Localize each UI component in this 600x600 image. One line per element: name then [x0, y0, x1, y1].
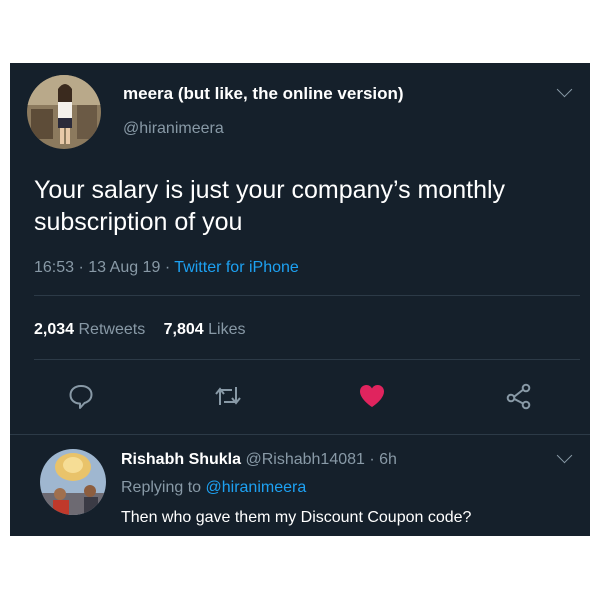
retweets-count: 2,034: [34, 321, 75, 338]
retweets-stat[interactable]: 2,034 Retweets: [34, 321, 145, 338]
share-icon: [506, 383, 531, 410]
reply-button[interactable]: [66, 381, 96, 411]
chevron-down-icon[interactable]: [556, 447, 573, 464]
like-button[interactable]: [357, 381, 387, 411]
tweet-date: 13 Aug 19: [88, 259, 161, 276]
reply-text: Then who gave them my Discount Coupon co…: [121, 509, 472, 526]
divider: [34, 295, 580, 296]
tweet-meta: 16:53 · 13 Aug 19 · Twitter for iPhone: [34, 259, 299, 277]
likes-stat[interactable]: 7,804 Likes: [164, 321, 246, 338]
like-icon: [360, 385, 384, 407]
likes-count: 7,804: [163, 321, 204, 338]
separator: ·: [369, 451, 375, 468]
like-heart-shape: [360, 385, 384, 407]
likes-label: Likes: [208, 321, 246, 338]
tweet-source-link[interactable]: Twitter for iPhone: [174, 259, 299, 276]
share-button[interactable]: [504, 381, 534, 411]
reply-age: 6h: [379, 451, 397, 468]
reply-author-handle[interactable]: @Rishabh14081: [245, 451, 364, 468]
reply-author-avatar[interactable]: [40, 449, 106, 515]
reply-header: Rishabh Shukla @Rishabh14081 · 6h: [121, 451, 397, 469]
chevron-down-icon[interactable]: [556, 81, 573, 98]
reply-author-name[interactable]: Rishabh Shukla: [121, 451, 241, 468]
retweet-button[interactable]: [213, 381, 243, 411]
replying-to-handle[interactable]: @hiranimeera: [206, 479, 307, 496]
author-name[interactable]: meera (but like, the online version): [123, 84, 404, 104]
divider: [34, 359, 580, 360]
retweets-label: Retweets: [78, 321, 146, 338]
separator: ·: [78, 259, 84, 276]
reply-icon: [69, 385, 93, 409]
author-avatar[interactable]: [27, 75, 101, 149]
retweet-icon: [215, 387, 241, 405]
tweet-stats: 2,034 Retweets 7,804 Likes: [34, 321, 246, 339]
author-handle[interactable]: @hiranimeera: [123, 120, 224, 138]
divider: [10, 434, 590, 435]
tweet-thread: meera (but like, the online version) @hi…: [10, 63, 590, 536]
replying-to: Replying to @hiranimeera: [121, 479, 306, 497]
tweet-text: Your salary is just your company’s month…: [34, 176, 506, 236]
separator: ·: [164, 259, 171, 276]
replying-to-label: Replying to: [121, 479, 202, 496]
tweet-time: 16:53: [34, 259, 75, 276]
